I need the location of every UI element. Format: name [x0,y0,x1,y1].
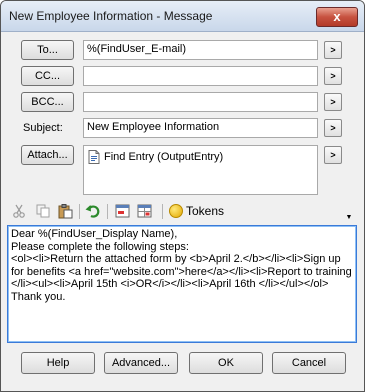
message-body-editor[interactable]: Dear %(FindUser_Display Name), Please co… [7,225,357,343]
cc-button-label: CC... [34,70,61,82]
window-title: New Employee Information - Message [9,9,213,23]
toolbar-separator [162,204,163,219]
body-line: Please complete the following steps: [11,240,189,253]
message-dialog: New Employee Information - Message x To.… [0,0,365,392]
toolbar-separator [107,204,108,219]
bcc-button[interactable]: BCC... [21,92,74,112]
bcc-button-label: BCC... [31,96,64,108]
advanced-button-label: Advanced... [111,357,171,369]
bcc-arrow-button[interactable]: > [324,93,342,111]
cancel-button[interactable]: Cancel [272,352,346,374]
help-button-label: Help [46,357,70,369]
cut-icon[interactable] [11,203,27,219]
insert-field-icon[interactable] [115,203,131,219]
advanced-button[interactable]: Advanced... [104,352,178,374]
tokens-label: Tokens [186,204,225,218]
help-button[interactable]: Help [21,352,95,374]
close-button[interactable]: x [316,7,358,27]
title-bar: New Employee Information - Message x [1,1,364,32]
copy-icon[interactable] [35,203,51,219]
ok-button-label: OK [218,357,234,369]
insert-table-icon[interactable] [137,203,153,219]
cc-field[interactable] [83,66,318,86]
to-button-label: To... [37,44,58,56]
editor-toolbar: Tokens [7,201,357,223]
toolbar-separator [79,204,80,219]
toolbar-overflow-chevron-icon[interactable]: ▼ [343,213,355,223]
subject-label: Subject: [23,122,63,134]
cc-button[interactable]: CC... [21,66,74,86]
body-line: Dear %(FindUser_Display Name), [11,228,178,240]
bcc-field[interactable] [83,92,318,112]
attachment-name: Find Entry (OutputEntry) [104,151,224,163]
attachment-item[interactable]: Find Entry (OutputEntry) [88,150,223,164]
body-line: Thank you. [11,290,66,303]
attachments-list[interactable]: Find Entry (OutputEntry) [83,145,318,195]
to-field[interactable]: %(FindUser_E-mail) [83,40,318,60]
cancel-button-label: Cancel [291,357,327,369]
subject-arrow-button[interactable]: > [324,119,342,137]
document-icon [88,150,100,164]
body-line: <ol><li>Return the attached form by <b>A… [11,253,355,290]
subject-field[interactable]: New Employee Information [83,118,318,138]
attach-arrow-button[interactable]: > [324,146,342,164]
attach-button-label: Attach... [27,149,68,161]
to-arrow-button[interactable]: > [324,41,342,59]
paste-icon[interactable] [57,203,73,219]
cc-arrow-button[interactable]: > [324,67,342,85]
attach-button[interactable]: Attach... [21,145,74,165]
ok-button[interactable]: OK [189,352,263,374]
tokens-button[interactable]: Tokens [169,202,224,220]
undo-icon[interactable] [85,203,101,219]
to-button[interactable]: To... [21,40,74,60]
tokens-icon [169,204,183,218]
